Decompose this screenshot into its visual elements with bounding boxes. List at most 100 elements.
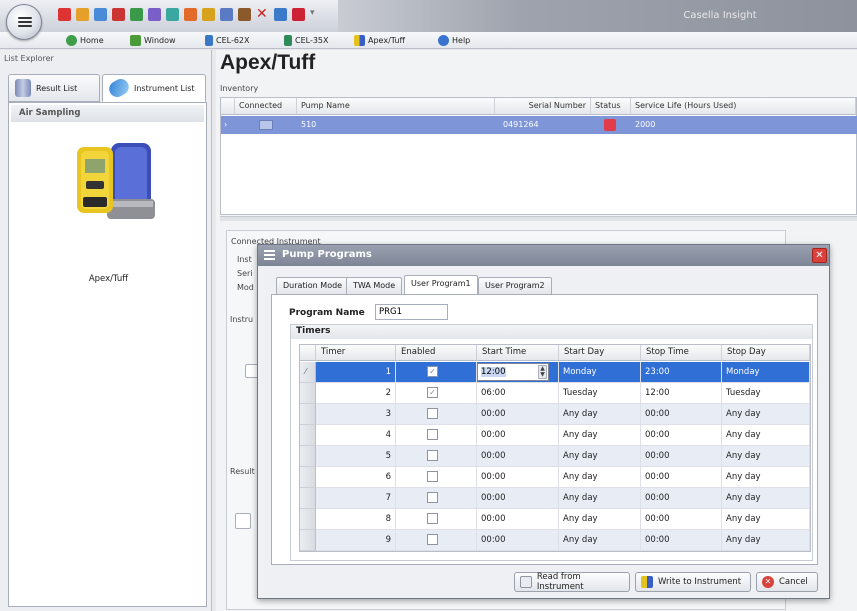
start-time-cell[interactable]: 06:00	[477, 383, 559, 404]
start-time-cell[interactable]: 00:00	[477, 509, 559, 530]
report-icon[interactable]	[220, 8, 233, 21]
row-header[interactable]	[300, 404, 316, 425]
tab-result-list[interactable]: Result List	[8, 74, 100, 102]
enabled-checkbox[interactable]	[427, 429, 438, 440]
read-from-instrument-button[interactable]: Read from Instrument	[514, 572, 630, 592]
timer-cell[interactable]: 7	[316, 488, 396, 509]
archive-icon[interactable]	[238, 8, 251, 21]
start-time-cell[interactable]: 00:00	[477, 530, 559, 551]
splitter-handle[interactable]	[220, 216, 857, 221]
row-header[interactable]	[300, 488, 316, 509]
timer-row[interactable]: ⁄ 1 ✓ 12:00 ▲ ▼ Monday 23:00 Monday	[300, 362, 810, 383]
save-icon[interactable]	[274, 8, 287, 21]
start-day-cell[interactable]: Any day	[559, 530, 641, 551]
timer-cell[interactable]: 4	[316, 425, 396, 446]
start-day-cell[interactable]: Any day	[559, 488, 641, 509]
ribbon-tab-cel62x[interactable]: CEL-62X	[205, 34, 250, 47]
stop-time-cell[interactable]: 00:00	[641, 446, 722, 467]
row-header[interactable]	[300, 530, 316, 551]
upload-icon[interactable]	[130, 8, 143, 21]
stop-day-cell[interactable]: Any day	[722, 509, 810, 530]
column-header[interactable]: Pump Name	[297, 98, 495, 115]
download-icon[interactable]	[112, 8, 125, 21]
ribbon-tab-window[interactable]: Window	[130, 34, 176, 47]
row-header[interactable]	[300, 509, 316, 530]
program-name-input[interactable]	[375, 304, 448, 320]
stop-time-cell[interactable]: 00:00	[641, 467, 722, 488]
column-header[interactable]: Connected	[235, 98, 297, 115]
enabled-checkbox[interactable]	[427, 513, 438, 524]
column-header[interactable]: Service Life (Hours Used)	[631, 98, 856, 115]
tab-duration-mode[interactable]: Duration Mode	[276, 277, 350, 294]
timer-row[interactable]: 7 00:00 Any day 00:00 Any day	[300, 488, 810, 509]
timer-cell[interactable]: 2	[316, 383, 396, 404]
timer-row[interactable]: 8 00:00 Any day 00:00 Any day	[300, 509, 810, 530]
stop-day-cell[interactable]: Any day	[722, 404, 810, 425]
stop-time-cell[interactable]: 00:00	[641, 530, 722, 551]
delete-icon[interactable]	[58, 8, 71, 21]
start-day-cell[interactable]: Any day	[559, 467, 641, 488]
stop-day-cell[interactable]: Monday	[722, 362, 810, 383]
column-header[interactable]: Status	[591, 98, 631, 115]
start-day-cell[interactable]: Any day	[559, 509, 641, 530]
row-header[interactable]: ⁄	[300, 362, 316, 383]
meter-icon[interactable]	[166, 8, 179, 21]
stop-day-cell[interactable]: Any day	[722, 530, 810, 551]
column-header-start-time[interactable]: Start Time	[477, 345, 559, 361]
start-day-cell[interactable]: Tuesday	[559, 383, 641, 404]
sync-icon[interactable]	[148, 8, 161, 21]
star-icon[interactable]	[202, 8, 215, 21]
enabled-checkbox[interactable]	[427, 534, 438, 545]
customize-icon[interactable]: ▾	[310, 8, 323, 21]
column-header[interactable]: Serial Number	[495, 98, 591, 115]
stop-time-cell[interactable]: 00:00	[641, 425, 722, 446]
enabled-cell[interactable]	[396, 404, 477, 425]
start-day-cell[interactable]: Any day	[559, 404, 641, 425]
enabled-cell[interactable]	[396, 488, 477, 509]
column-header-timer[interactable]: Timer	[316, 345, 396, 361]
cancel-button[interactable]: ✕ Cancel	[756, 572, 818, 592]
print-icon[interactable]	[292, 8, 305, 21]
stop-day-cell[interactable]: Any day	[722, 425, 810, 446]
start-time-cell[interactable]: 00:00	[477, 404, 559, 425]
open-icon[interactable]	[76, 8, 89, 21]
timer-cell[interactable]: 9	[316, 530, 396, 551]
stop-day-cell[interactable]: Any day	[722, 446, 810, 467]
stop-time-cell[interactable]: 00:00	[641, 488, 722, 509]
row-header[interactable]	[300, 467, 316, 488]
timer-row[interactable]: 9 00:00 Any day 00:00 Any day	[300, 530, 810, 551]
stop-time-cell[interactable]: 23:00	[641, 362, 722, 383]
stop-day-cell[interactable]: Any day	[722, 488, 810, 509]
enabled-checkbox[interactable]	[427, 408, 438, 419]
timer-row[interactable]: 3 00:00 Any day 00:00 Any day	[300, 404, 810, 425]
start-time-cell[interactable]: 00:00	[477, 467, 559, 488]
tab-user-program2[interactable]: User Program2	[478, 277, 552, 294]
enabled-cell[interactable]: ✓	[396, 362, 477, 383]
start-day-cell[interactable]: Any day	[559, 446, 641, 467]
start-time-cell[interactable]: 00:00	[477, 425, 559, 446]
result-action-button[interactable]	[235, 513, 251, 529]
enabled-checkbox[interactable]: ✓	[427, 366, 438, 377]
column-header-enabled[interactable]: Enabled	[396, 345, 477, 361]
timer-cell[interactable]: 3	[316, 404, 396, 425]
tab-user-program1[interactable]: User Program1	[404, 275, 478, 295]
column-header-stop-time[interactable]: Stop Time	[641, 345, 722, 361]
stop-time-cell[interactable]: 12:00	[641, 383, 722, 404]
ribbon-tab-cel35x[interactable]: CEL-35X	[284, 34, 329, 47]
enabled-cell[interactable]	[396, 425, 477, 446]
close-x-icon[interactable]: ✕	[256, 7, 269, 21]
start-time-cell[interactable]: 00:00	[477, 446, 559, 467]
write-to-instrument-button[interactable]: Write to Instrument	[635, 572, 751, 592]
apex-tuff-device-icon[interactable]	[71, 137, 157, 227]
ribbon-tab-help[interactable]: Help	[438, 34, 470, 47]
enabled-cell[interactable]	[396, 530, 477, 551]
start-time-cell[interactable]: 12:00 ▲ ▼	[477, 362, 559, 383]
ribbon-tab-apex-tuff[interactable]: Apex/Tuff	[354, 34, 405, 47]
application-menu-button[interactable]	[6, 4, 42, 40]
connect-icon[interactable]	[94, 8, 107, 21]
tab-instrument-list[interactable]: Instrument List	[102, 74, 206, 102]
stop-day-cell[interactable]: Any day	[722, 467, 810, 488]
alarm-icon[interactable]	[184, 8, 197, 21]
start-day-cell[interactable]: Any day	[559, 425, 641, 446]
stop-day-cell[interactable]: Tuesday	[722, 383, 810, 404]
